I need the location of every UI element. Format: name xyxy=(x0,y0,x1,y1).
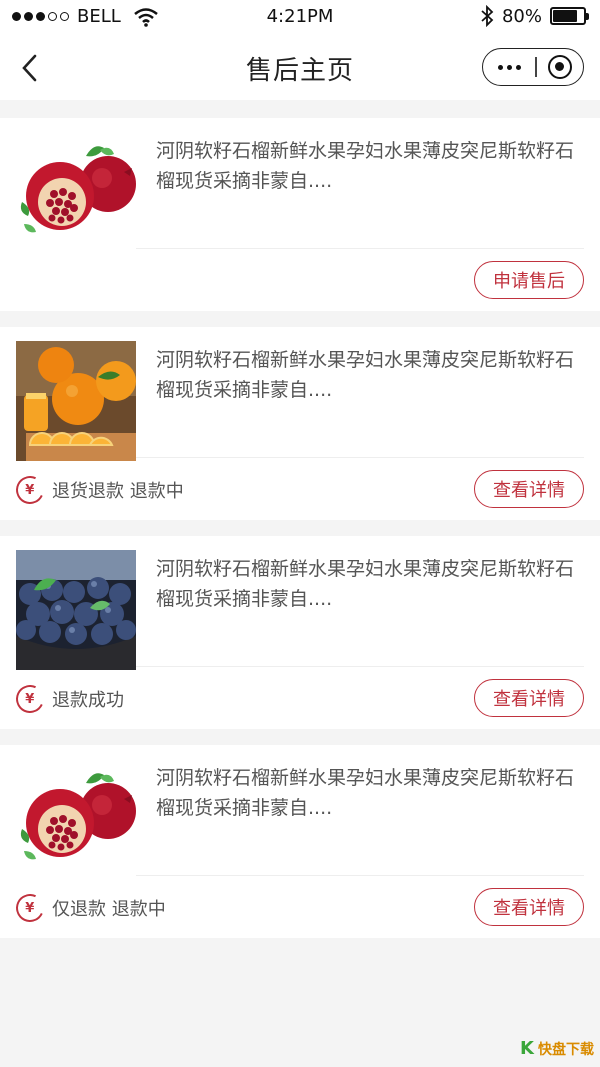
order-card[interactable]: 河阴软籽石榴新鲜水果孕妇水果薄皮突尼斯软籽石榴现货采摘非蒙自.... ¥ 仅退款… xyxy=(0,745,600,938)
more-dot-icon xyxy=(497,64,503,70)
watermark-logo-icon: K xyxy=(520,1038,534,1059)
order-footer: ¥ 退款成功 查看详情 xyxy=(12,667,584,729)
view-details-button[interactable]: 查看详情 xyxy=(474,679,584,717)
bluetooth-icon xyxy=(481,5,494,27)
battery-icon xyxy=(550,7,589,25)
product-image xyxy=(16,341,136,461)
miniprogram-capsule xyxy=(482,48,584,86)
refund-status: ¥ 仅退款 退款中 xyxy=(12,890,166,926)
order-card[interactable]: 河阴软籽石榴新鲜水果孕妇水果薄皮突尼斯软籽石榴现货采摘非蒙自.... ¥ 退货退… xyxy=(0,327,600,520)
watermark-text: 快盘下载 xyxy=(538,1041,594,1058)
more-dot-icon xyxy=(515,64,521,70)
target-icon xyxy=(547,55,572,79)
product-image xyxy=(16,759,136,879)
status-right: 80% xyxy=(480,5,589,27)
order-card[interactable]: 河阴软籽石榴新鲜水果孕妇水果薄皮突尼斯软籽石榴现货采摘非蒙自.... 申请售后 xyxy=(0,118,600,311)
product-title: 河阴软籽石榴新鲜水果孕妇水果薄皮突尼斯软籽石榴现货采摘非蒙自.... xyxy=(156,767,575,819)
more-button[interactable] xyxy=(483,49,535,85)
refund-status-text: 退款成功 xyxy=(52,690,124,711)
product-title: 河阴软籽石榴新鲜水果孕妇水果薄皮突尼斯软籽石榴现货采摘非蒙自.... xyxy=(156,349,575,401)
order-product[interactable]: 河阴软籽石榴新鲜水果孕妇水果薄皮突尼斯软籽石榴现货采摘非蒙自.... xyxy=(16,536,584,670)
status-bar: BELL 4:21PM 80% xyxy=(0,0,600,34)
order-card[interactable]: 河阴软籽石榴新鲜水果孕妇水果薄皮突尼斯软籽石榴现货采摘非蒙自.... ¥ 退款成… xyxy=(0,536,600,729)
refund-status: ¥ 退货退款 退款中 xyxy=(12,472,184,508)
order-product[interactable]: 河阴软籽石榴新鲜水果孕妇水果薄皮突尼斯软籽石榴现货采摘非蒙自.... xyxy=(16,118,584,252)
battery-percent: 80% xyxy=(501,5,542,27)
apply-aftersale-button[interactable]: 申请售后 xyxy=(474,261,584,299)
nav-bar: 售后主页 xyxy=(0,34,600,100)
product-image xyxy=(16,550,136,670)
refund-icon: ¥ xyxy=(12,681,48,717)
view-details-button[interactable]: 查看详情 xyxy=(474,470,584,508)
order-footer: ¥ 仅退款 退款中 查看详情 xyxy=(12,876,584,938)
aftersale-order-list: 河阴软籽石榴新鲜水果孕妇水果薄皮突尼斯软籽石榴现货采摘非蒙自.... 申请售后 xyxy=(0,100,600,938)
product-image xyxy=(16,132,136,252)
order-footer: 申请售后 xyxy=(16,249,584,311)
order-product[interactable]: 河阴软籽石榴新鲜水果孕妇水果薄皮突尼斯软籽石榴现货采摘非蒙自.... xyxy=(16,327,584,461)
battery-level xyxy=(553,10,577,22)
order-product[interactable]: 河阴软籽石榴新鲜水果孕妇水果薄皮突尼斯软籽石榴现货采摘非蒙自.... xyxy=(16,745,584,879)
product-title: 河阴软籽石榴新鲜水果孕妇水果薄皮突尼斯软籽石榴现货采摘非蒙自.... xyxy=(156,140,575,192)
refund-status-text: 退货退款 退款中 xyxy=(52,481,184,502)
more-dot-icon xyxy=(506,64,512,70)
refund-icon: ¥ xyxy=(12,472,48,508)
order-footer: ¥ 退货退款 退款中 查看详情 xyxy=(12,458,584,520)
refund-status-text: 仅退款 退款中 xyxy=(52,899,166,920)
refund-status: ¥ 退款成功 xyxy=(12,681,124,717)
watermark: K 快盘下载 xyxy=(520,1038,594,1059)
close-miniprogram-button[interactable] xyxy=(537,49,584,85)
product-title: 河阴软籽石榴新鲜水果孕妇水果薄皮突尼斯软籽石榴现货采摘非蒙自.... xyxy=(156,558,575,610)
view-details-button[interactable]: 查看详情 xyxy=(474,888,584,926)
refund-icon: ¥ xyxy=(12,890,48,926)
